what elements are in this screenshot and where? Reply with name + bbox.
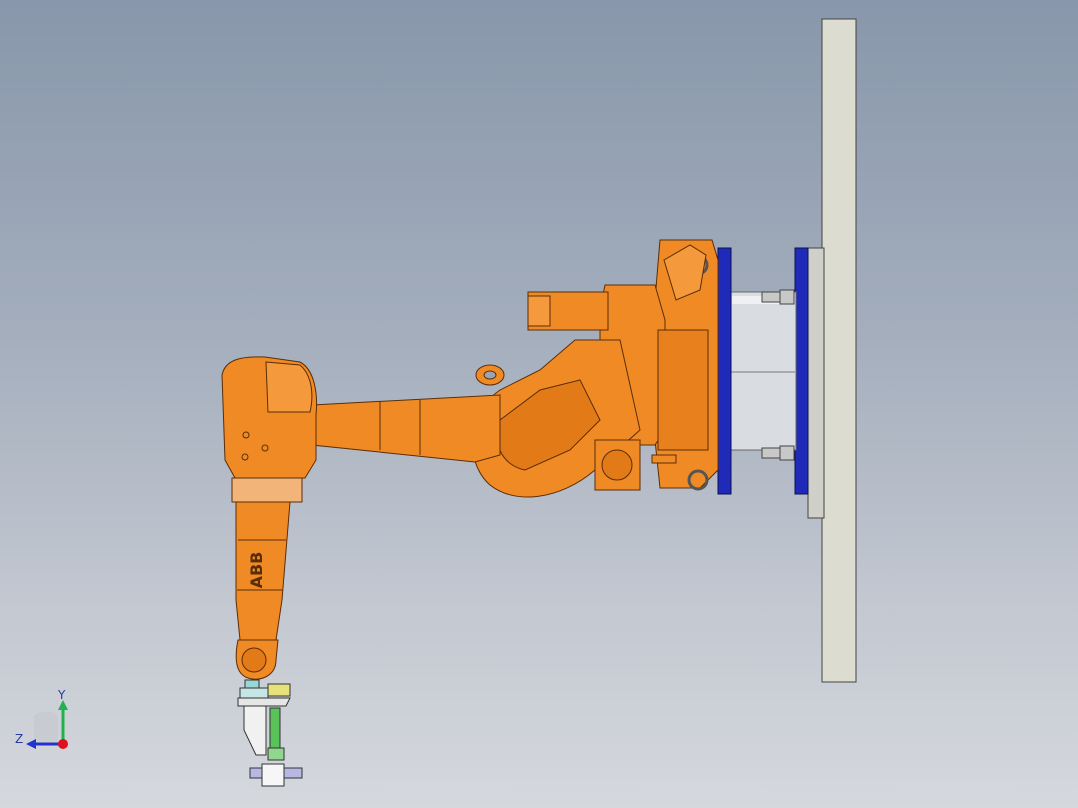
z-axis-label: Z: [15, 732, 24, 746]
upper-arm: [311, 394, 501, 463]
blue-flange-left: [717, 247, 732, 495]
triad-shadow: [34, 711, 58, 742]
cable-stub: [651, 454, 677, 464]
mount-plate: [807, 247, 825, 519]
cad-viewport[interactable]: ABB Y Z: [0, 0, 1078, 808]
brand-label: ABB: [247, 552, 266, 589]
robot-model[interactable]: ABB: [0, 0, 1078, 808]
z-arrow-head: [26, 739, 36, 749]
lifting-lug-hole: [483, 370, 497, 380]
axis3-motor-cap: [601, 449, 633, 481]
axis1-ring: [657, 329, 709, 451]
origin-dot: [58, 739, 68, 749]
blue-flange-right: [794, 247, 809, 495]
wrist-joint: [241, 647, 267, 673]
axis2-motor-cap: [527, 295, 551, 327]
end-effector: [237, 679, 303, 787]
wall-plate: [821, 18, 857, 683]
wrist-collar: [231, 477, 303, 503]
y-axis-label: Y: [58, 688, 66, 702]
pedestal: [729, 291, 797, 451]
